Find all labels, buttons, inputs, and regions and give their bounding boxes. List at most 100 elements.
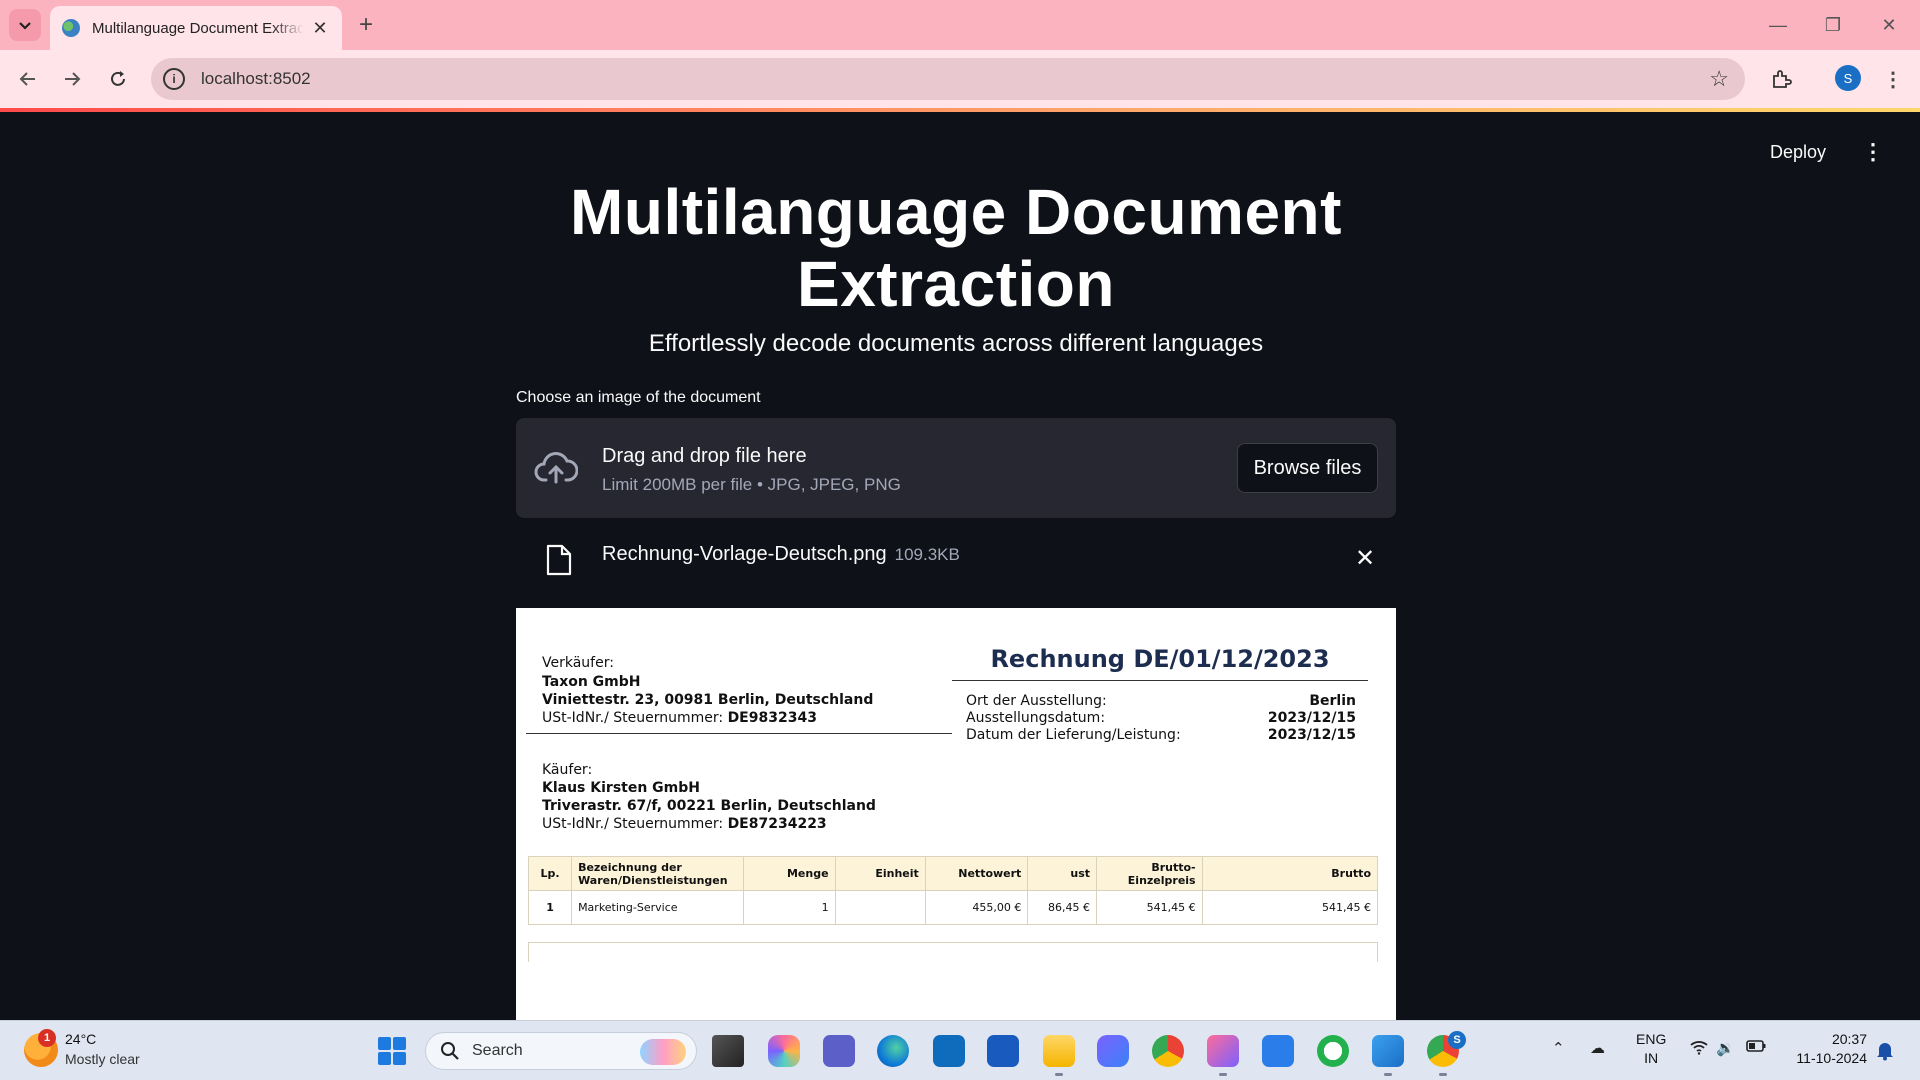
show-hidden-icons-icon[interactable]: ⌃ [1552,1039,1565,1057]
buyer-name: Klaus Kirsten GmbH [542,780,700,796]
column-header: Menge [743,856,836,891]
deploy-button[interactable]: Deploy [1770,142,1826,163]
search-highlight-icon [640,1039,686,1065]
running-indicator [1439,1073,1447,1076]
close-window-icon[interactable]: ✕ [1874,11,1904,39]
table-cell: 1 [743,890,836,925]
volume-icon[interactable]: 🔉 [1716,1039,1735,1057]
browser-toolbar: i localhost:8502 ☆ S ⋮ [0,50,1920,108]
close-tab-icon[interactable]: ✕ [310,18,330,39]
column-header: Lp. [527,856,573,891]
site-info-icon[interactable]: i [163,68,185,90]
browser-tab-bar: Multilanguage Document Extraction ✕ + — … [0,0,1920,50]
copilot-icon[interactable] [768,1035,800,1067]
table-cell: 541,45 € [1096,890,1203,925]
running-indicator [1219,1073,1227,1076]
invoice-items-table: Lp. Bezeichnung der Waren/Dienstleistung… [527,856,1379,925]
buyer-label: Käufer: [542,762,593,778]
battery-icon[interactable] [1746,1039,1766,1057]
place-value: Berlin [1309,693,1356,709]
onedrive-icon[interactable]: ☁ [1590,1039,1605,1057]
buyer-address: Triverastr. 67/f, 00221 Berlin, Deutschl… [542,798,876,814]
cloud-upload-icon [534,452,578,484]
seller-label: Verkäufer: [542,655,614,671]
vscode-icon[interactable] [1372,1035,1404,1067]
windows-taskbar: 1 24°C Mostly clear Search S ⌃ ☁ ENG IN … [0,1020,1920,1080]
seller-tax-value: DE9832343 [727,710,817,726]
summary-table-edge [528,942,1378,962]
app-main: Deploy ⋮ Multilanguage Document Extracti… [0,112,1920,1020]
restore-icon[interactable]: ❐ [1818,11,1848,39]
table-cell: 455,00 € [924,890,1029,925]
task-view-icon[interactable] [712,1035,744,1067]
teams-icon[interactable] [823,1035,855,1067]
clock-time: 20:37 [1831,1031,1867,1047]
url-text: localhost:8502 [201,69,311,88]
browser-tab[interactable]: Multilanguage Document Extraction ✕ [50,6,342,50]
file-explorer-icon[interactable] [1043,1035,1075,1067]
reload-icon[interactable] [103,64,133,94]
table-cell: 1 [527,890,573,925]
language-indicator[interactable]: ENG IN [1636,1030,1666,1068]
seller-address: Viniettestr. 23, 00981 Berlin, Deutschla… [542,692,874,708]
outlook-icon[interactable] [933,1035,965,1067]
weather-temperature[interactable]: 24°C [65,1031,96,1047]
tab-title: Multilanguage Document Extraction [92,19,304,37]
page-title: Multilanguage Document Extraction [570,176,1342,320]
seller-tax-label: USt-IdNr./ Steuernummer: [542,710,724,726]
seller-tax: USt-IdNr./ Steuernummer: DE9832343 [542,710,817,727]
tab-search-button[interactable] [9,9,41,41]
word-icon[interactable] [987,1035,1019,1067]
app-menu-icon[interactable]: ⋮ [1862,138,1884,166]
back-icon[interactable] [13,64,43,94]
address-bar[interactable]: i localhost:8502 ☆ [151,58,1745,100]
uploader-label: Choose an image of the document [516,389,761,406]
chevron-down-icon [19,22,31,30]
document-preview-image: Rechnung DE/01/12/2023 Verkäufer: Taxon … [516,608,1396,1020]
wifi-icon[interactable] [1690,1039,1708,1059]
weather-badge: 1 [38,1029,56,1047]
table-cell: 86,45 € [1027,890,1097,925]
edge-icon[interactable] [877,1035,909,1067]
notepad-icon[interactable] [1262,1035,1294,1067]
chrome-icon[interactable] [1152,1035,1184,1067]
new-tab-button[interactable]: + [352,11,380,39]
chrome-profile-badge: S [1448,1031,1466,1049]
seller-name: Taxon GmbH [542,674,641,690]
column-header: ust [1027,856,1097,891]
forward-icon[interactable] [57,64,87,94]
notification-bell-icon[interactable] [1874,1039,1896,1061]
photos-icon[interactable] [1097,1035,1129,1067]
file-dropzone[interactable]: Drag and drop file here Limit 200MB per … [516,418,1396,518]
system-clock[interactable]: 20:37 11-10-2024 [1787,1030,1867,1068]
table-header-row: Lp. Bezeichnung der Waren/Dienstleistung… [527,856,1379,891]
minimize-icon[interactable]: — [1763,11,1793,39]
file-name-text: Rechnung-Vorlage-Deutsch.png [602,543,887,565]
column-header: Brutto-Einzelpreis [1096,856,1203,891]
weather-description[interactable]: Mostly clear [65,1051,140,1067]
buyer-tax-value: DE87234223 [727,816,827,832]
browser-menu-icon[interactable]: ⋮ [1878,64,1908,94]
search-placeholder: Search [472,1042,523,1059]
invoice-title: Rechnung DE/01/12/2023 [990,645,1330,673]
column-header: Einheit [834,856,926,891]
extensions-icon[interactable] [1766,64,1796,94]
uploaded-file-row: Rechnung-Vorlage-Deutsch.png 109.3KB ✕ [516,530,1396,590]
browse-files-button[interactable]: Browse files [1237,443,1378,493]
start-button[interactable] [378,1037,406,1065]
running-indicator [1055,1073,1063,1076]
table-cell [834,890,926,925]
bookmark-star-icon[interactable]: ☆ [1709,66,1729,92]
globe-icon [62,19,80,37]
dropzone-limit: Limit 200MB per file • JPG, JPEG, PNG [602,475,901,494]
remove-file-icon[interactable]: ✕ [1352,544,1378,574]
uploaded-file-name: Rechnung-Vorlage-Deutsch.png 109.3KB [602,543,960,566]
profile-avatar[interactable]: S [1835,65,1861,91]
snipping-tool-icon[interactable] [1207,1035,1239,1067]
refresh-app-icon[interactable] [1317,1035,1349,1067]
divider [952,680,1368,681]
table-cell: Marketing-Service [571,890,745,925]
place-label: Ort der Ausstellung: [966,693,1107,709]
issue-date-label: Ausstellungsdatum: [966,710,1106,726]
taskbar-search[interactable]: Search [425,1032,697,1070]
